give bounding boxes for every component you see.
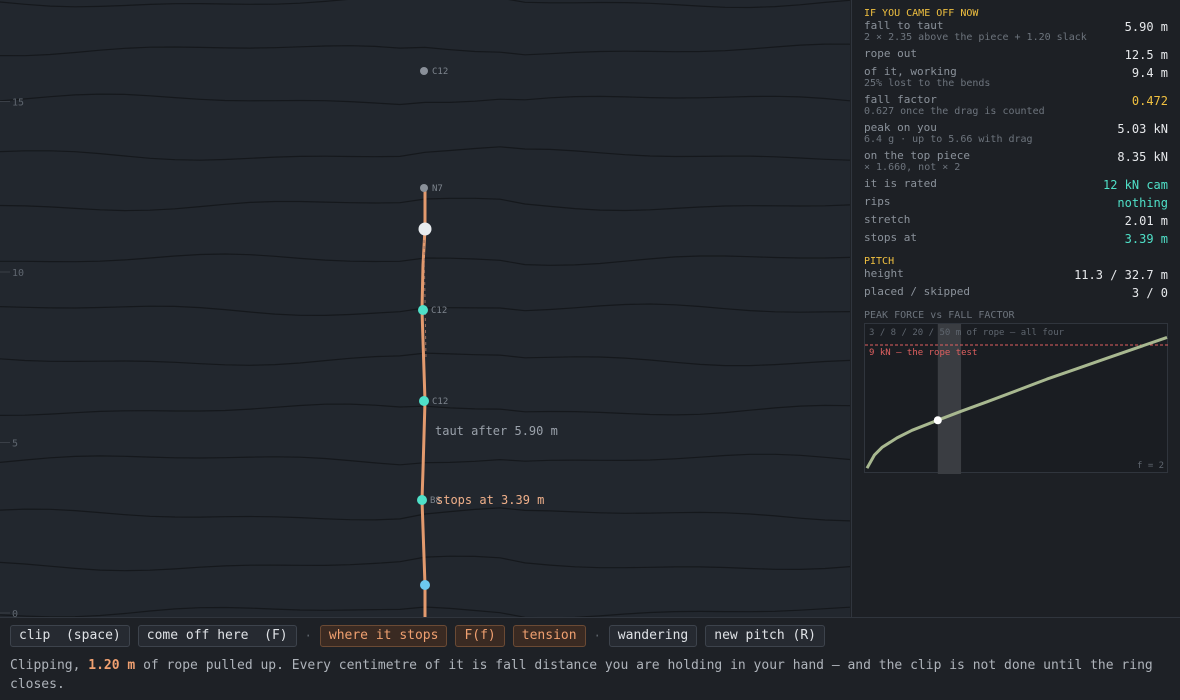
stat-label: fall to taut [864, 19, 944, 32]
stops-annotation: stops at 3.39 m [436, 493, 544, 507]
stat-row: of it, working 25% lost to the bends 9.4 m [864, 66, 1168, 90]
where-it-stops-toggle[interactable]: where it stops [319, 625, 448, 647]
stat-row: it is rated 12 kN cam [864, 177, 1168, 193]
stat-row: rope out 12.5 m [864, 47, 1168, 63]
belay-marker [420, 580, 430, 590]
axis-tick-label: 5 [12, 439, 18, 450]
stat-note: 6.4 g · up to 5.66 with drag [864, 134, 1033, 145]
message-text-rest: of rope pulled up. Every centimetre of i… [10, 658, 1153, 692]
stat-value: 0.472 [1131, 94, 1168, 108]
contour-line [0, 0, 850, 9]
wall-view[interactable]: 15 10 5 0 C12 N7 C12 C12 B8 taut after 5.90 m st… [0, 0, 850, 617]
stat-label: stops at [864, 231, 917, 244]
piece-marker[interactable] [417, 495, 427, 505]
stat-label: on the top piece [864, 149, 970, 162]
stat-value: 12.5 m [1124, 48, 1168, 62]
contour-line [0, 453, 850, 466]
stat-row: stops at 3.39 m [864, 231, 1168, 247]
wall-annotations: taut after 5.90 m stops at 3.39 m [435, 424, 558, 507]
axis-tick-label: 0 [12, 609, 18, 617]
pitch-stat-row: placed / skipped 3 / 0 [864, 285, 1168, 301]
pitch-stat-label: height [864, 267, 904, 280]
pitch-stats: height 11.3 / 32.7 m placed / skipped 3 / 0 [864, 267, 1168, 301]
pitch-stat-label: placed / skipped [864, 285, 970, 298]
piece-label: C12 [432, 397, 448, 407]
stat-note: 25% lost to the bends [864, 78, 991, 89]
contour-line [0, 146, 850, 161]
taut-annotation: taut after 5.90 m [435, 424, 558, 438]
stat-row: on the top piece × 1.660, not × 2 8.35 kN [864, 150, 1168, 174]
stats-panel: IF YOU CAME OFF NOW fall to taut 2 × 2.35… [851, 0, 1180, 617]
status-message: Clipping, 1.20 m of rope pulled up. Ever… [10, 656, 1170, 694]
stat-value: 3.39 m [1124, 232, 1168, 246]
stat-value: 12 kN cam [1102, 178, 1168, 192]
piece-label: C12 [432, 67, 448, 77]
stat-value: nothing [1117, 196, 1168, 210]
drag-band [937, 324, 962, 474]
piece-label: C12 [431, 306, 447, 316]
threshold-label: 9 kN — the rope test [869, 348, 977, 358]
piece-marker[interactable] [420, 184, 428, 192]
stat-value: 2.01 m [1124, 214, 1168, 228]
stat-note: 2 × 2.35 above the piece + 1.20 slack [864, 32, 1087, 43]
stat-label: fall factor [864, 93, 937, 106]
new-pitch-button[interactable]: new pitch (R) [705, 625, 825, 647]
climber-marker[interactable] [418, 222, 432, 236]
stat-value: 9.4 m [1131, 66, 1168, 80]
tension-toggle[interactable]: tension [512, 625, 586, 647]
force-chart-svg: 9 kN — the rope test 3 / 8 / 20 / 50 m of… [865, 324, 1169, 474]
chart-x-label: f = 2 [1137, 461, 1164, 471]
message-text: Clipping, [10, 658, 89, 673]
stat-label: rope out [864, 47, 917, 60]
stat-label: of it, working [864, 65, 957, 78]
stat-label: peak on you [864, 121, 937, 134]
contour-line [0, 507, 850, 522]
bottom-toolbar: clip (space) come off here (F) · where it s… [0, 617, 1180, 700]
stat-value: 5.03 kN [1117, 122, 1168, 136]
action-buttons: clip (space) come off here (F) · where it s… [10, 625, 825, 647]
stat-row: rips nothing [864, 195, 1168, 211]
stat-row: fall factor 0.627 once the drag is counte… [864, 94, 1168, 118]
come-off-button[interactable]: come off here (F) [137, 625, 297, 647]
pitch-stat-value: 11.3 / 32.7 m [1074, 268, 1168, 282]
stat-label: it is rated [864, 177, 937, 190]
chart-title: PEAK FORCE vs FALL FACTOR [864, 310, 1015, 321]
force-function-toggle[interactable]: F(f) [455, 625, 505, 647]
piece-marker[interactable] [420, 67, 428, 75]
toolbar-separator: · [304, 629, 312, 643]
contour-line [0, 93, 850, 106]
current-fall-marker [933, 416, 942, 425]
fall-section-title: IF YOU CAME OFF NOW [864, 8, 979, 19]
stat-value: 5.90 m [1124, 20, 1168, 34]
contour-line [0, 43, 850, 57]
stat-row: stretch 2.01 m [864, 213, 1168, 229]
pitch-stat-value: 3 / 0 [1131, 286, 1168, 300]
pitch-stat-row: height 11.3 / 32.7 m [864, 267, 1168, 283]
clip-button[interactable]: clip (space) [10, 625, 130, 647]
pitch-section-title: PITCH [864, 256, 895, 267]
stat-value: 8.35 kN [1117, 150, 1168, 164]
stat-note: 0.627 once the drag is counted [864, 106, 1045, 117]
force-chart: 9 kN — the rope test 3 / 8 / 20 / 50 m of… [864, 323, 1169, 474]
stat-label: stretch [864, 213, 911, 226]
chart-top-note: 3 / 8 / 20 / 50 m of rope — all four [869, 328, 1065, 338]
message-highlight: 1.20 m [88, 658, 136, 673]
stat-label: rips [864, 195, 891, 208]
stat-row: peak on you 6.4 g · up to 5.66 with drag 5… [864, 122, 1168, 146]
piece-label: N7 [432, 184, 443, 194]
piece-marker[interactable] [419, 396, 429, 406]
piece-marker[interactable] [418, 305, 428, 315]
wandering-button[interactable]: wandering [608, 625, 698, 647]
stat-row: fall to taut 2 × 2.35 above the piece + 1… [864, 20, 1168, 44]
fall-stats: fall to taut 2 × 2.35 above the piece + 1… [864, 20, 1168, 247]
wall-svg: 151050 C12N7C12C12B8 taut after 5.90 mst… [0, 0, 850, 617]
axis-tick-label: 10 [12, 268, 24, 279]
stat-note: × 1.660, not × 2 [864, 162, 961, 173]
height-axis: 15 10 5 0 [0, 98, 24, 617]
axis-tick-label: 15 [12, 98, 24, 109]
toolbar-separator: · [593, 629, 601, 643]
